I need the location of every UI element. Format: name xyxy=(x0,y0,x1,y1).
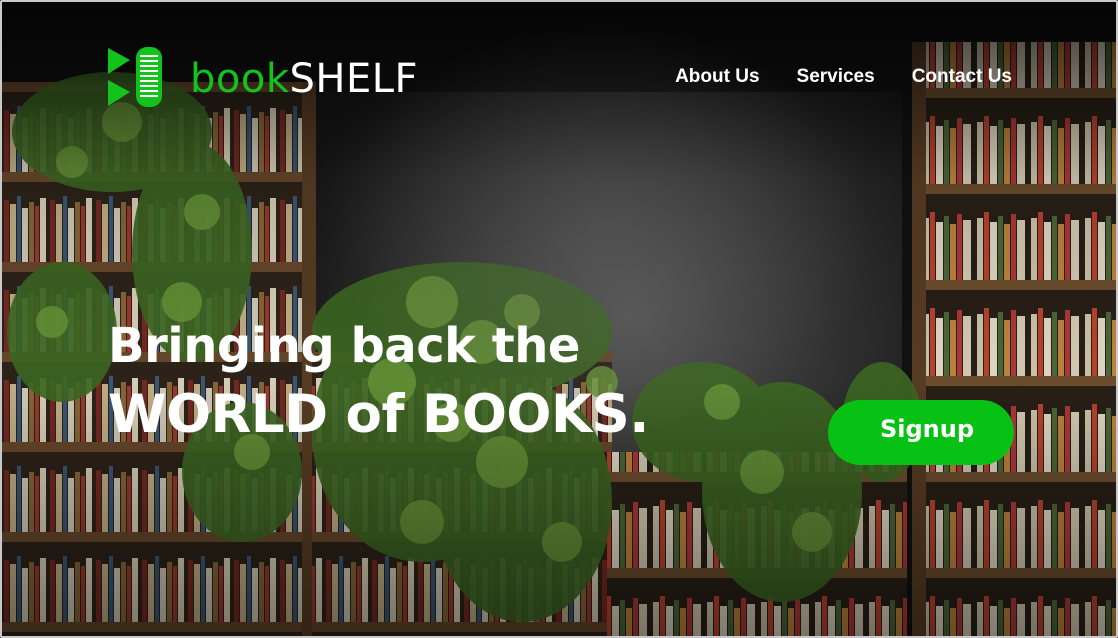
nav-link-about-us[interactable]: About Us xyxy=(675,66,759,88)
nav-link-contact-us[interactable]: Contact Us xyxy=(912,66,1012,88)
hero-tagline-line1: Bringing back the xyxy=(108,318,580,374)
brand-name: bookSHELF xyxy=(190,59,418,99)
page-frame: bookSHELF About Us Services Contact Us B… xyxy=(0,0,1118,638)
top-navbar: bookSHELF About Us Services Contact Us xyxy=(2,2,1116,132)
main-menu: About Us Services Contact Us xyxy=(675,66,1012,88)
hero-tagline-line2: WORLD of BOOKS. xyxy=(108,384,649,445)
book-stack-icon xyxy=(108,47,162,107)
brand-logo[interactable]: bookSHELF xyxy=(106,46,418,108)
brand-name-shelf: SHELF xyxy=(289,56,419,102)
brand-name-book: book xyxy=(190,56,290,102)
nav-link-services[interactable]: Services xyxy=(797,66,875,88)
hero-heading: Bringing back the WORLD of BOOKS. xyxy=(108,322,649,441)
signup-button[interactable]: Signup xyxy=(828,400,1014,465)
